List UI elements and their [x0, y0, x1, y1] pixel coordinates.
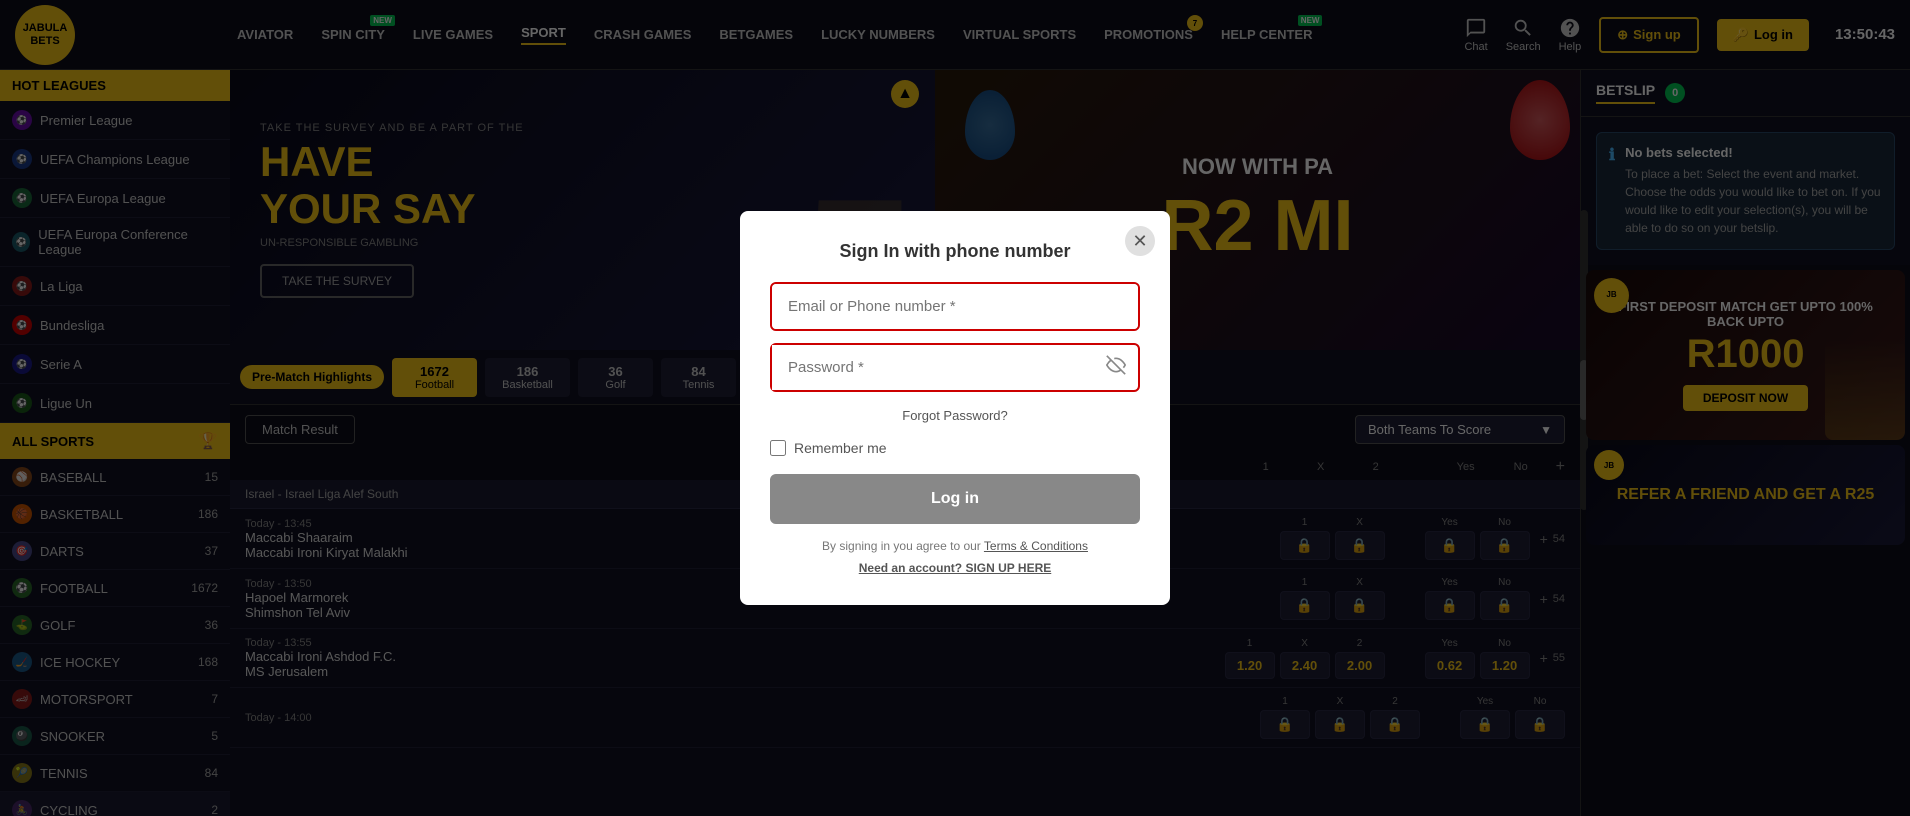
email-field[interactable]	[772, 284, 1138, 329]
login-modal: ✕ Sign In with phone number Forgot Passw…	[740, 211, 1170, 605]
password-field[interactable]	[772, 345, 1094, 390]
terms-conditions-link[interactable]: Terms & Conditions	[984, 539, 1088, 553]
modal-title: Sign In with phone number	[770, 241, 1140, 262]
remember-me-label: Remember me	[794, 440, 887, 456]
modal-terms-text: By signing in you agree to our Terms & C…	[770, 539, 1140, 553]
modal-close-button[interactable]: ✕	[1125, 226, 1155, 256]
password-input-group	[770, 343, 1140, 392]
forgot-password-anchor[interactable]: Forgot Password?	[902, 408, 1008, 423]
forgot-password-link: Forgot Password?	[770, 407, 1140, 425]
modal-overlay[interactable]: ✕ Sign In with phone number Forgot Passw…	[0, 0, 1910, 816]
remember-me-row: Remember me	[770, 440, 1140, 456]
signup-here-link[interactable]: Need an account? SIGN UP HERE	[859, 561, 1052, 575]
remember-me-checkbox[interactable]	[770, 440, 786, 456]
modal-signup-text: Need an account? SIGN UP HERE	[770, 561, 1140, 575]
toggle-password-icon[interactable]	[1094, 355, 1138, 380]
modal-login-button[interactable]: Log in	[770, 474, 1140, 524]
email-input-group	[770, 282, 1140, 331]
